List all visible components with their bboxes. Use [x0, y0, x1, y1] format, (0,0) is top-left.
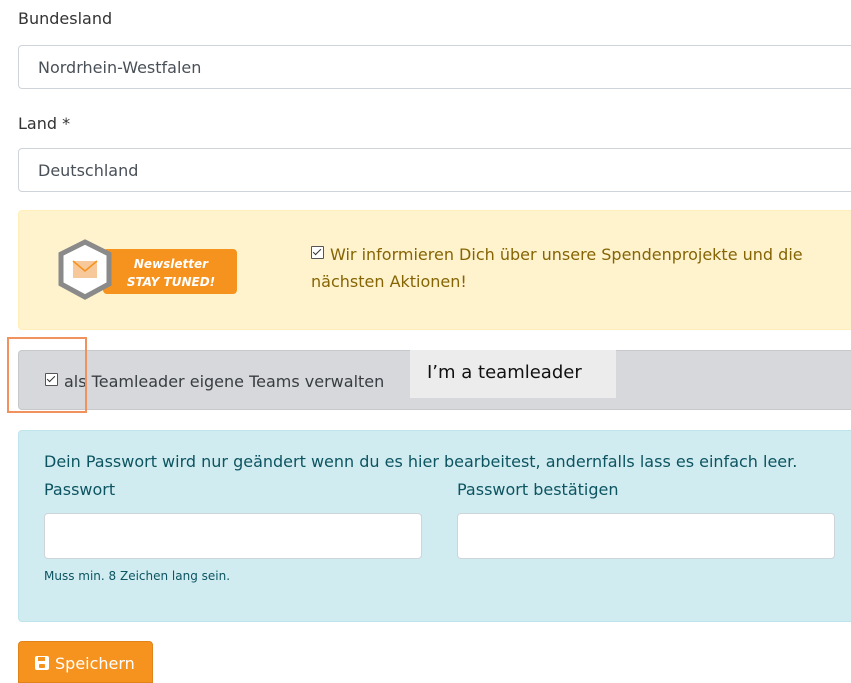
newsletter-checkbox[interactable]: [311, 246, 324, 259]
password-input[interactable]: [44, 513, 422, 559]
land-value: Deutschland: [38, 161, 139, 180]
badge-line2: STAY TUNED!: [127, 275, 215, 289]
bundesland-select[interactable]: Nordrhein-Westfalen ⌄: [18, 45, 851, 89]
newsletter-panel: Newsletter STAY TUNED! Wir informieren D…: [18, 210, 851, 330]
teamleader-label: als Teamleader eigene Teams verwalten: [64, 372, 385, 391]
floppy-disk-icon: [35, 656, 49, 670]
land-label: Land *: [18, 114, 71, 133]
newsletter-consent-text: Wir informieren Dich über unsere Spenden…: [311, 245, 803, 291]
bundesland-value: Nordrhein-Westfalen: [38, 58, 202, 77]
teamleader-option: als Teamleader eigene Teams verwalten: [45, 372, 384, 391]
password-label: Passwort: [44, 480, 116, 499]
teamleader-tooltip: I’m a teamleader: [410, 350, 616, 398]
bundesland-label: Bundesland: [18, 9, 113, 28]
password-info-text: Dein Passwort wird nur geändert wenn du …: [44, 452, 798, 471]
password-confirm-label: Passwort bestätigen: [457, 480, 619, 499]
save-button-label: Speichern: [55, 654, 135, 673]
newsletter-badge-logo: Newsletter STAY TUNED!: [58, 239, 237, 300]
save-button[interactable]: Speichern: [18, 641, 153, 683]
badge-line1: Newsletter: [134, 257, 209, 271]
land-select[interactable]: Deutschland ⌄: [18, 148, 851, 192]
newsletter-consent: Wir informieren Dich über unsere Spenden…: [311, 241, 851, 295]
password-panel: Dein Passwort wird nur geändert wenn du …: [18, 430, 851, 622]
password-hint: Muss min. 8 Zeichen lang sein.: [44, 569, 231, 583]
password-confirm-input[interactable]: [457, 513, 835, 559]
checkbox-highlight-box: [7, 337, 87, 413]
